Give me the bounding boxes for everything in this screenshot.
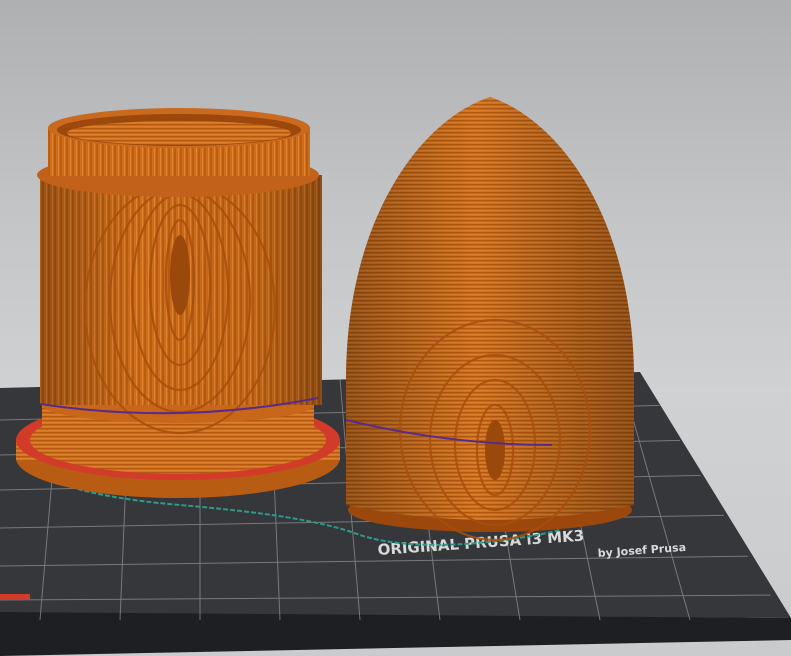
scene-canvas[interactable]: ORIGINAL PRUSA i3 MK3 by Josef Prusa xyxy=(0,0,791,656)
bed-corner-marker xyxy=(0,594,30,600)
lid-object[interactable] xyxy=(345,97,634,542)
3d-viewport[interactable]: ORIGINAL PRUSA i3 MK3 by Josef Prusa xyxy=(0,0,791,656)
container-object[interactable] xyxy=(16,108,340,498)
